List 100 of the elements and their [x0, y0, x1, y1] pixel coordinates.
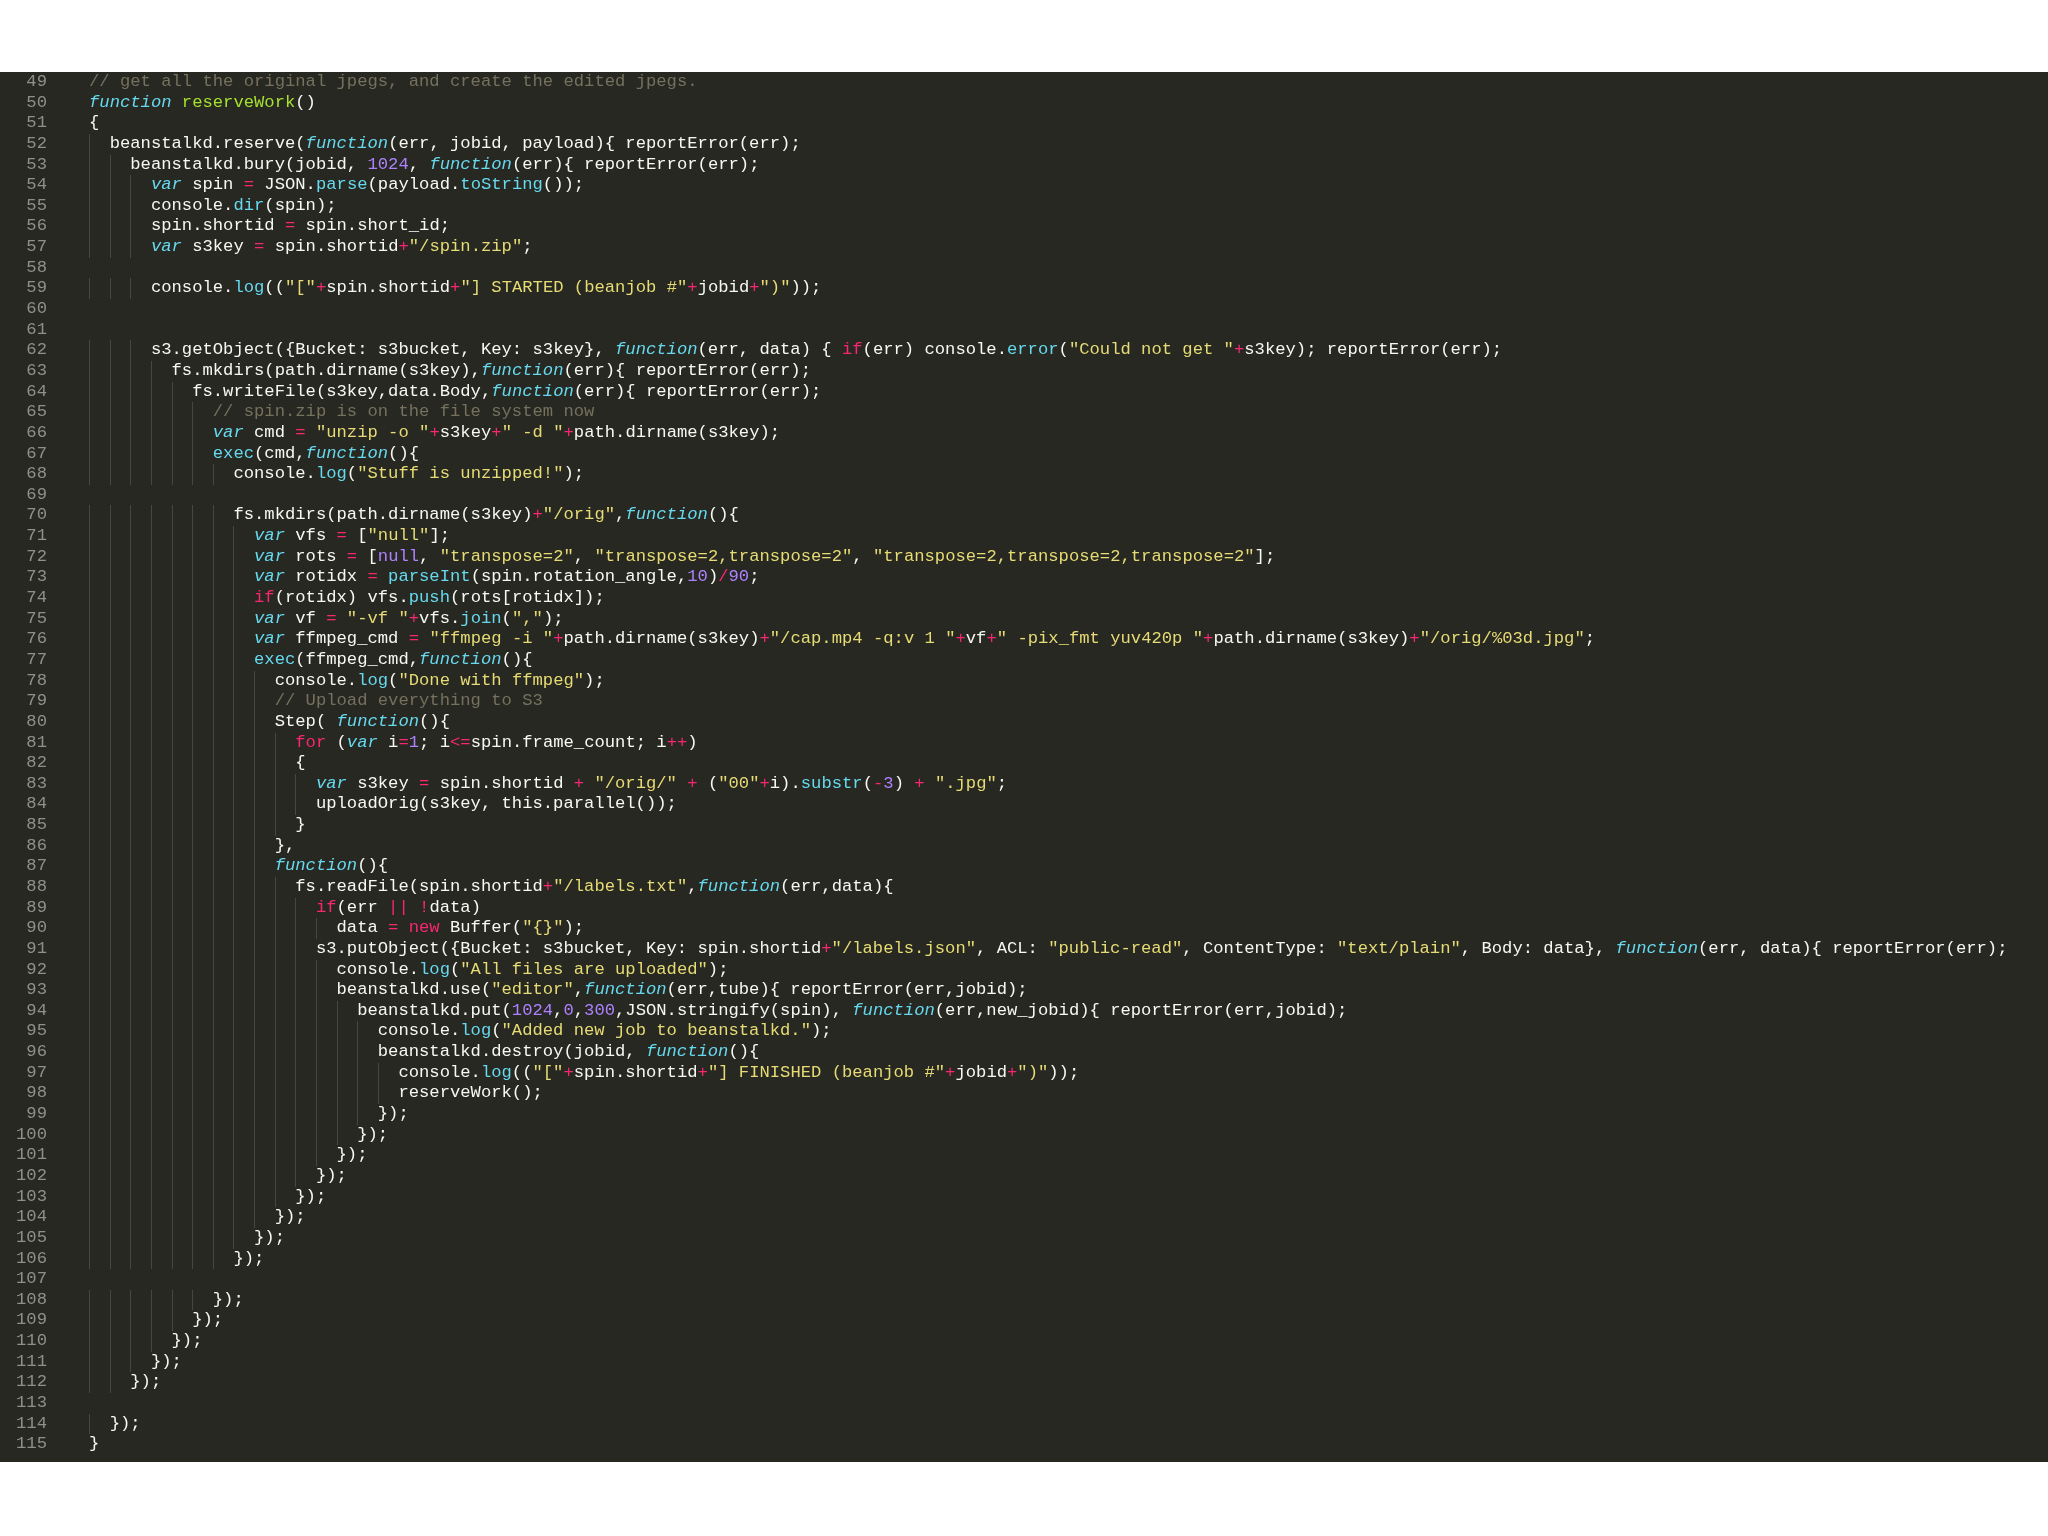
code-line: console.log("Stuff is unzipped!"); — [233, 464, 585, 485]
code-line: }); — [171, 1331, 203, 1352]
code-line: fs.mkdirs(path.dirname(s3key)+"/orig",function(){ — [233, 505, 739, 527]
code-line: fs.readFile(spin.shortid+"/labels.txt",function(err,data){ — [295, 877, 894, 898]
code-line: Step( function(){ — [274, 711, 450, 733]
code-line: }); — [254, 1227, 285, 1249]
code-line: beanstalkd.use("editor",function(err,tube){ reportError(err,jobid); — [336, 980, 1028, 1001]
code-line: }); — [274, 1207, 306, 1228]
line-number: 79 — [25, 691, 47, 712]
code-line: beanstalkd.bury(jobid, 1024, function(err){ reportError(err); — [130, 154, 760, 176]
code-line: var rots = [null, "transpose=2", "transpose=2,transpose=2", "transpose=2,transpose=2,transpose=2"]; — [254, 546, 1276, 568]
code-line: for (var i=1; i<=spin.frame_count; i++) — [295, 732, 698, 754]
line-number: 81 — [25, 732, 47, 754]
line-number: 106 — [15, 1248, 47, 1270]
line-number: 84 — [25, 794, 47, 816]
code-line: var vfs = ["null"]; — [254, 526, 451, 547]
line-number: 50 — [25, 92, 47, 114]
line-number: 88 — [25, 877, 47, 898]
line-number: 113 — [15, 1393, 47, 1414]
code-line: console.log("Added new job to beanstalkd."); — [377, 1021, 832, 1043]
line-number: 71 — [25, 526, 47, 547]
line-number: 67 — [25, 443, 47, 465]
line-number: 60 — [25, 299, 47, 320]
line-number: 93 — [25, 980, 47, 1001]
code-line: var rotidx = parseInt(spin.rotation_angle,10)/90; — [254, 567, 760, 588]
line-number: 54 — [25, 175, 47, 196]
line-number: 85 — [25, 815, 47, 836]
line-number: 87 — [25, 856, 47, 877]
line-number: 72 — [25, 546, 47, 568]
line-number: 96 — [25, 1042, 47, 1063]
line-number: 90 — [25, 918, 47, 939]
line-number: 109 — [15, 1310, 47, 1332]
line-number: 82 — [25, 753, 47, 774]
code-line: { — [89, 113, 100, 134]
line-number: 55 — [25, 195, 47, 217]
line-number: 51 — [25, 113, 47, 134]
line-number: 99 — [25, 1104, 47, 1125]
line-number: 91 — [25, 938, 47, 960]
code-line: // get all the original jpegs, and create the edited jpegs. — [89, 72, 698, 93]
code-line: var s3key = spin.shortid + "/orig/" + ("00"+i).substr(-3) + ".jpg"; — [315, 773, 1008, 795]
code-line: fs.writeFile(s3key,data.Body,function(err){ reportError(err); — [192, 381, 822, 403]
code-line: } — [89, 1434, 100, 1455]
line-number: 65 — [25, 402, 47, 423]
code-line: } — [295, 815, 306, 836]
line-number: 103 — [15, 1186, 47, 1208]
line-number: 68 — [25, 464, 47, 485]
line-number: 102 — [15, 1165, 47, 1187]
code-line: function(){ — [274, 856, 389, 877]
line-number: 114 — [15, 1413, 47, 1435]
code-line: console.log("All files are uploaded"); — [336, 959, 729, 981]
line-number: 56 — [25, 216, 47, 238]
line-number: 74 — [25, 588, 47, 609]
code-line: var s3key = spin.shortid+"/spin.zip"; — [150, 237, 533, 258]
line-number: 108 — [15, 1289, 47, 1311]
line-number: 62 — [25, 340, 47, 361]
line-number: 97 — [25, 1062, 47, 1084]
code-line: uploadOrig(s3key, this.parallel()); — [315, 794, 677, 816]
code-line: }); — [357, 1124, 389, 1146]
code-line: s3.getObject({Bucket: s3bucket, Key: s3key}, function(err, data) { if(err) console.error("Could not get "+s3key); reportError(err); — [150, 340, 1503, 361]
code-line: }); — [233, 1248, 265, 1270]
code-line: console.log(("["+spin.shortid+"] STARTED (beanjob #"+jobid+")")); — [150, 278, 822, 300]
code-line: if(rotidx) vfs.push(rots[rotidx]); — [254, 588, 605, 609]
line-number: 98 — [25, 1083, 47, 1105]
line-number: 86 — [25, 835, 47, 857]
line-number: 104 — [15, 1207, 47, 1228]
line-number: 95 — [25, 1021, 47, 1043]
line-number: 52 — [25, 133, 47, 155]
code-line: console.log(("["+spin.shortid+"] FINISHED (beanjob #"+jobid+")")); — [398, 1062, 1080, 1084]
code-line: var vf = "-vf "+vfs.join(","); — [254, 608, 564, 630]
line-number: 112 — [15, 1372, 47, 1393]
line-number: 83 — [25, 773, 47, 795]
line-number: 80 — [25, 711, 47, 733]
code-line: // Upload everything to S3 — [274, 691, 543, 712]
line-number: 92 — [25, 959, 47, 981]
code-line: fs.mkdirs(path.dirname(s3key),function(err){ reportError(err); — [171, 360, 811, 382]
line-number: 57 — [25, 237, 47, 258]
code-line: reserveWork(); — [398, 1083, 543, 1105]
line-number: 58 — [25, 257, 47, 279]
code-line: s3.putObject({Bucket: s3bucket, Key: spin.shortid+"/labels.json", ACL: "public-read", ContentType: "text/plain", Body: data}, function(err, data){ reportError(err); — [315, 938, 2008, 960]
code-line: beanstalkd.put(1024,0,300,JSON.stringify(spin), function(err,new_jobid){ reportError(err,jobid); — [357, 1000, 1348, 1022]
code-line: exec(cmd,function(){ — [212, 443, 420, 465]
line-number: 61 — [25, 319, 47, 341]
code-line: }); — [315, 1165, 347, 1187]
code-line: }); — [192, 1310, 224, 1332]
line-number: 110 — [15, 1331, 47, 1352]
code-line: }); — [336, 1145, 368, 1166]
line-number: 64 — [25, 381, 47, 403]
line-number: 63 — [25, 360, 47, 382]
line-number: 77 — [25, 649, 47, 671]
code-line: console.log("Done with ffmpeg"); — [274, 670, 605, 692]
code-line: }, — [274, 835, 296, 857]
line-number: 69 — [25, 484, 47, 506]
code-line: beanstalkd.destroy(jobid, function(){ — [377, 1042, 760, 1063]
line-number: 100 — [15, 1124, 47, 1146]
line-number: 76 — [25, 629, 47, 650]
line-number: 115 — [15, 1434, 47, 1455]
code-line: var ffmpeg_cmd = "ffmpeg -i "+path.dirname(s3key)+"/cap.mp4 -q:v 1 "+vf+" -pix_fmt yuv420p "+path.dirname(s3key)+"/orig/%03d.jpg"; — [254, 629, 1596, 650]
code-line: // spin.zip is on the file system now — [212, 402, 595, 423]
code-line: var spin = JSON.parse(payload.toString()); — [150, 175, 585, 196]
code-line: exec(ffmpeg_cmd,function(){ — [254, 649, 533, 671]
